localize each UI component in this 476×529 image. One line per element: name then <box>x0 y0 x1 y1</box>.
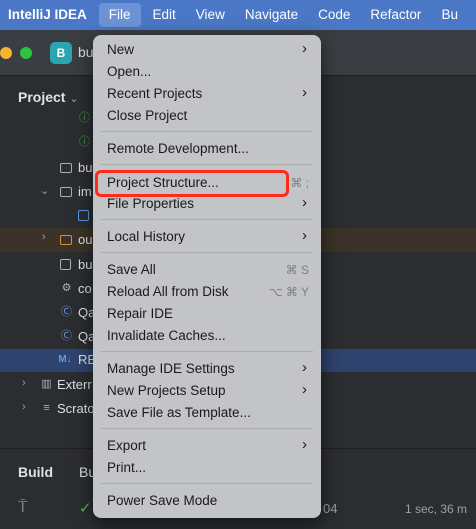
tree-label: Scrato <box>57 401 95 416</box>
chevron-right-icon: › <box>302 227 307 244</box>
menu-item-label: Manage IDE Settings <box>107 361 235 376</box>
gear-icon: ⚙ <box>61 282 72 294</box>
class-icon: Ⓒ <box>61 330 72 342</box>
menu-item-label: Invalidate Caches... <box>107 328 226 343</box>
chevron-right-icon: › <box>302 436 307 453</box>
menu-item-invalidate-caches[interactable]: Invalidate Caches... <box>93 325 321 347</box>
chevron-right-icon: › <box>302 359 307 376</box>
menu-item-recent-projects[interactable]: Recent Projects › <box>93 83 321 105</box>
menu-item-open[interactable]: Open... <box>93 61 321 83</box>
menu-item-label: Print... <box>107 460 147 475</box>
menu-item-label: Repair IDE <box>107 306 174 321</box>
folder-icon <box>60 187 72 197</box>
file-icon <box>60 259 71 270</box>
menu-item-save-file-as-template[interactable]: Save File as Template... <box>93 402 321 424</box>
tree-label: bu <box>78 160 93 175</box>
menu-item-label: Power Save Mode <box>107 493 218 508</box>
menu-separator <box>101 252 313 253</box>
menu-item-export[interactable]: Export › <box>93 435 321 457</box>
chevron-right-icon[interactable]: › <box>22 401 26 413</box>
menu-item-label: Remote Development... <box>107 141 249 156</box>
pin-icon[interactable]: ⍑ <box>18 499 28 517</box>
tree-label: bu <box>78 257 93 272</box>
menu-navigate[interactable]: Navigate <box>235 0 308 30</box>
menu-app-name[interactable]: IntelliJ IDEA <box>0 0 97 30</box>
menu-item-new-projects-setup[interactable]: New Projects Setup › <box>93 380 321 402</box>
minimize-window-button[interactable] <box>0 47 12 59</box>
menu-separator <box>101 483 313 484</box>
menu-item-manage-ide-settings[interactable]: Manage IDE Settings › <box>93 358 321 380</box>
project-badge[interactable]: B <box>50 42 72 64</box>
folder-icon <box>60 163 72 173</box>
menu-item-shortcut: ⌥ ⌘ Y <box>268 285 309 299</box>
tree-label: im <box>78 184 92 199</box>
menu-build[interactable]: Bu <box>431 0 468 30</box>
chevron-right-icon[interactable]: › <box>22 377 26 389</box>
menu-separator <box>101 164 313 165</box>
menu-item-label: Save File as Template... <box>107 405 251 420</box>
menu-item-label: New Projects Setup <box>107 383 226 398</box>
menu-item-label: New <box>107 42 135 57</box>
project-name[interactable]: bu <box>78 44 94 60</box>
menu-item-label: Open... <box>107 64 152 79</box>
menu-item-label: Export <box>107 438 147 453</box>
class-icon: Ⓒ <box>61 306 72 318</box>
tree-label: Exterr <box>57 377 92 392</box>
check-icon: ✓ <box>79 500 92 517</box>
menu-item-label: Save All <box>107 262 156 277</box>
menu-item-local-history[interactable]: Local History › <box>93 226 321 248</box>
chevron-right-icon: › <box>302 40 307 57</box>
menu-refactor[interactable]: Refactor <box>360 0 431 30</box>
menu-bar: IntelliJ IDEA File Edit View Navigate Co… <box>0 0 476 30</box>
file-menu-dropdown: New › Open... Recent Projects › Close Pr… <box>93 35 321 518</box>
scratches-icon: ≡ <box>43 402 50 414</box>
menu-separator <box>101 219 313 220</box>
chevron-right-icon: › <box>302 84 307 101</box>
build-status-text: 04 <box>323 501 338 516</box>
menu-separator <box>101 351 313 352</box>
menu-item-label: Reload All from Disk <box>107 284 229 299</box>
menu-item-label: Close Project <box>107 108 188 123</box>
menu-item-label: File Properties <box>107 196 195 211</box>
chevron-down-icon[interactable]: ⌄ <box>40 184 49 197</box>
interface-icon: ⓘ <box>79 112 90 124</box>
menu-code[interactable]: Code <box>308 0 360 30</box>
menu-item-reload-all-from-disk[interactable]: Reload All from Disk ⌥ ⌘ Y <box>93 281 321 303</box>
folder-icon <box>60 235 72 245</box>
menu-item-remote-development[interactable]: Remote Development... <box>93 138 321 160</box>
menu-item-print[interactable]: Print... <box>93 457 321 479</box>
tree-label: ou <box>78 232 93 247</box>
menu-item-new[interactable]: New › <box>93 39 321 61</box>
zoom-window-button[interactable] <box>20 47 32 59</box>
chevron-right-icon: › <box>302 194 307 211</box>
chevron-down-icon: ⌄ <box>69 93 79 105</box>
menu-item-repair-ide[interactable]: Repair IDE <box>93 303 321 325</box>
menu-item-power-save-mode[interactable]: Power Save Mode <box>93 490 321 512</box>
chevron-right-icon: › <box>302 381 307 398</box>
menu-file[interactable]: File <box>98 3 141 27</box>
library-icon: ▥ <box>41 378 52 390</box>
menu-item-label: Local History <box>107 229 186 244</box>
markdown-icon: M↓ <box>58 354 72 365</box>
menu-item-close-project[interactable]: Close Project <box>93 105 321 127</box>
menu-separator <box>101 428 313 429</box>
menu-view[interactable]: View <box>186 0 235 30</box>
chevron-right-icon[interactable]: › <box>42 231 46 243</box>
image-file-icon <box>78 210 89 221</box>
menu-item-save-all[interactable]: Save All ⌘ S <box>93 259 321 281</box>
menu-separator <box>101 131 313 132</box>
menu-item-shortcut: ⌘ ; <box>290 176 309 190</box>
build-duration: 1 sec, 36 m <box>405 502 468 516</box>
highlight-annotation <box>95 170 289 197</box>
tree-label: co <box>78 281 92 296</box>
menu-edit[interactable]: Edit <box>143 0 186 30</box>
menu-item-label: Recent Projects <box>107 86 203 101</box>
project-panel-title: Project <box>18 89 66 105</box>
tab-build[interactable]: Build <box>18 464 53 480</box>
menu-item-shortcut: ⌘ S <box>285 263 309 277</box>
interface-icon: ⓘ <box>79 136 90 148</box>
project-panel-header[interactable]: Project ⌄ <box>18 89 79 105</box>
